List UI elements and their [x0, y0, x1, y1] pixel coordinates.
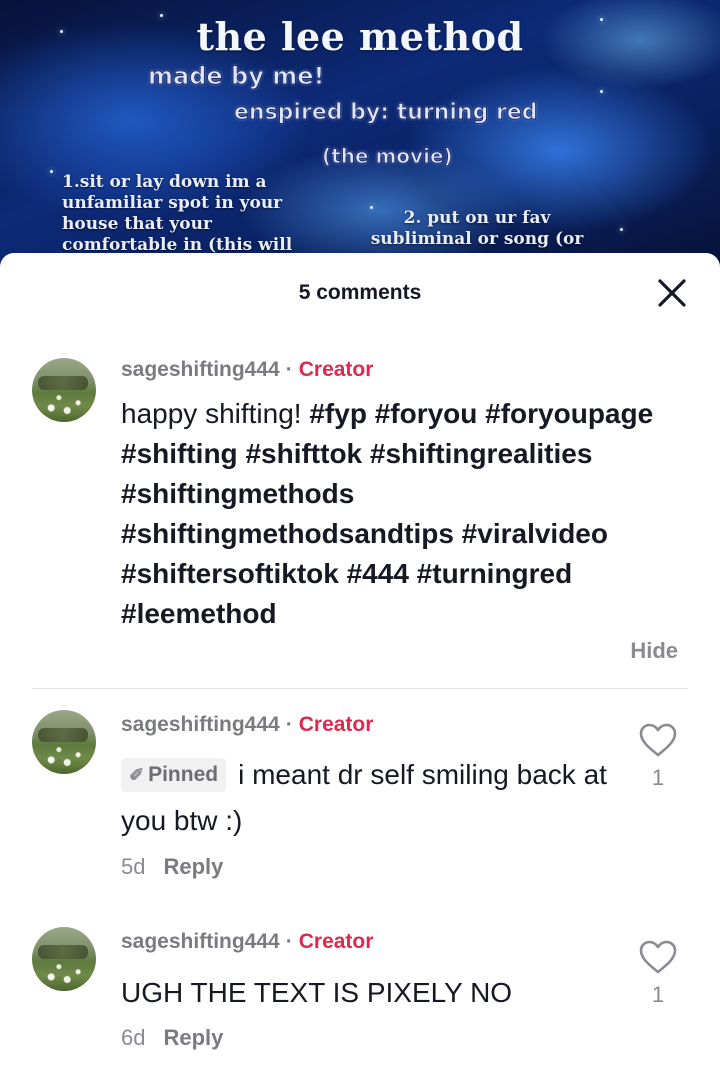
comment-text: UGH THE TEXT IS PIXELY NO	[121, 977, 513, 1008]
comment-author[interactable]: sageshifting444 · Creator	[121, 358, 373, 382]
creator-badge: Creator	[298, 930, 374, 953]
creator-badge: Creator	[298, 358, 374, 381]
video-inspired-by: enspired by: turning red	[234, 100, 539, 126]
video-background[interactable]: the lee method made by me! enspired by: …	[0, 0, 720, 290]
avatar[interactable]	[32, 927, 96, 991]
comment-plain-text: happy shifting!	[121, 398, 310, 429]
video-made-by: made by me!	[147, 62, 325, 91]
comments-header: 5 comments	[0, 253, 720, 331]
hide-button[interactable]: Hide	[630, 638, 678, 664]
comments-sheet: 5 comments sageshifting444 · Creator happy…	[0, 253, 720, 1067]
like-count: 1	[651, 765, 665, 790]
video-title: the lee method	[196, 14, 524, 59]
username[interactable]: sageshifting444	[121, 930, 280, 953]
like-count: 1	[651, 982, 665, 1007]
comment-age: 5d	[121, 854, 146, 879]
separator: ·	[285, 713, 293, 736]
comment-item: sageshifting444 · Creator UGH THE TEXT IS …	[0, 925, 720, 1065]
avatar[interactable]	[32, 358, 96, 422]
comments-count: 5 comments	[298, 281, 422, 304]
video-movie: (the movie)	[322, 144, 454, 169]
comment-text: happy shifting! #fyp #foryou #foryoupage…	[121, 394, 681, 634]
sparkle	[50, 170, 53, 173]
comment-age: 6d	[121, 1025, 146, 1050]
heart-icon	[639, 940, 677, 974]
divider	[32, 688, 688, 689]
close-icon	[658, 279, 686, 307]
heart-icon	[639, 723, 677, 757]
video-step-2: 2. put on ur fav subliminal or song (or	[370, 208, 584, 249]
reply-button[interactable]: Reply	[163, 1025, 223, 1050]
like-button[interactable]: 1	[636, 722, 680, 791]
comment-meta: 6d Reply	[121, 1025, 223, 1051]
creator-badge: Creator	[298, 713, 374, 736]
comment-text: ✐ Pinned i meant dr self smiling back at y…	[121, 752, 611, 844]
pinned-badge: ✐ Pinned	[121, 758, 227, 792]
reply-button[interactable]: Reply	[163, 854, 223, 879]
sparkle	[620, 228, 623, 231]
close-button[interactable]	[654, 275, 690, 311]
pin-icon: ✐	[129, 765, 145, 785]
like-button[interactable]: 1	[636, 939, 680, 1008]
comment-meta: 5d Reply	[121, 854, 223, 880]
comment-item: sageshifting444 · Creator happy shifting! …	[0, 348, 720, 688]
comment-hashtags[interactable]: #fyp #foryou #foryoupage #shifting #shif…	[121, 398, 653, 629]
comment-author[interactable]: sageshifting444 · Creator	[121, 713, 373, 737]
comment-item: sageshifting444 · Creator ✐ Pinned i meant d…	[0, 708, 720, 898]
pinned-label: Pinned	[148, 763, 219, 786]
avatar[interactable]	[32, 710, 96, 774]
video-step-1: 1.sit or lay down im a unfamiliar spot i…	[62, 172, 293, 255]
separator: ·	[285, 930, 293, 953]
comment-author[interactable]: sageshifting444 · Creator	[121, 930, 373, 954]
separator: ·	[285, 358, 293, 381]
sparkle	[600, 90, 603, 93]
username[interactable]: sageshifting444	[121, 358, 280, 381]
username[interactable]: sageshifting444	[121, 713, 280, 736]
